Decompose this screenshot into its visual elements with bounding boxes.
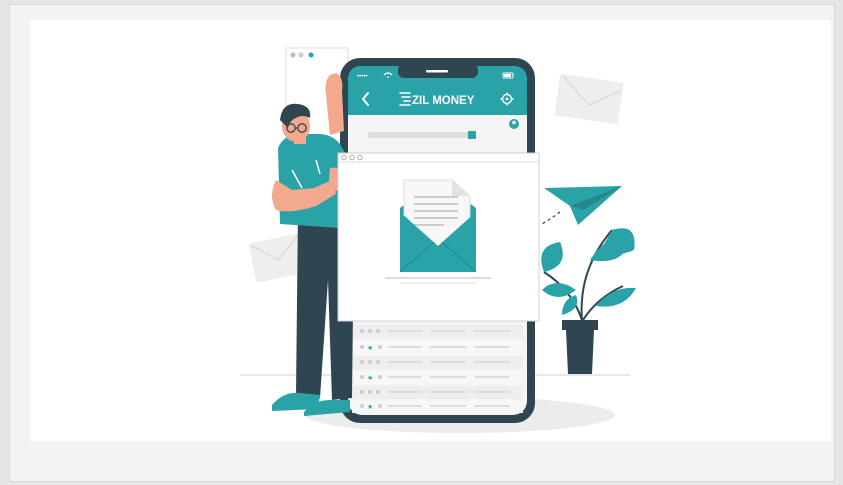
paper-plane-icon	[541, 186, 622, 225]
svg-text:★: ★	[367, 344, 373, 352]
svg-text:★: ★	[367, 403, 373, 411]
open-envelope-icon	[399, 179, 477, 273]
illustration-canvas: ••••• ZIL MONEY ★ ★ ★	[30, 20, 831, 441]
list-item[interactable]	[352, 356, 523, 369]
email-browser-window	[337, 152, 540, 322]
card-frame: ••••• ZIL MONEY ★ ★ ★	[9, 4, 835, 482]
list-item[interactable]	[352, 325, 523, 338]
list-item[interactable]: ★	[352, 401, 523, 413]
email-marketing-illustration: ••••• ZIL MONEY ★ ★ ★	[240, 47, 636, 433]
svg-text:★: ★	[367, 374, 373, 382]
list-item[interactable]	[352, 386, 523, 399]
search-input[interactable]	[368, 132, 476, 138]
brand-name: ZIL MONEY	[412, 95, 475, 107]
list-item[interactable]: ★	[352, 341, 523, 354]
potted-plant	[541, 228, 636, 374]
signal-indicator: •••••	[357, 74, 368, 80]
search-icon[interactable]	[468, 131, 476, 139]
background-envelope-right-icon	[554, 74, 624, 124]
list-item[interactable]: ★	[352, 371, 523, 384]
